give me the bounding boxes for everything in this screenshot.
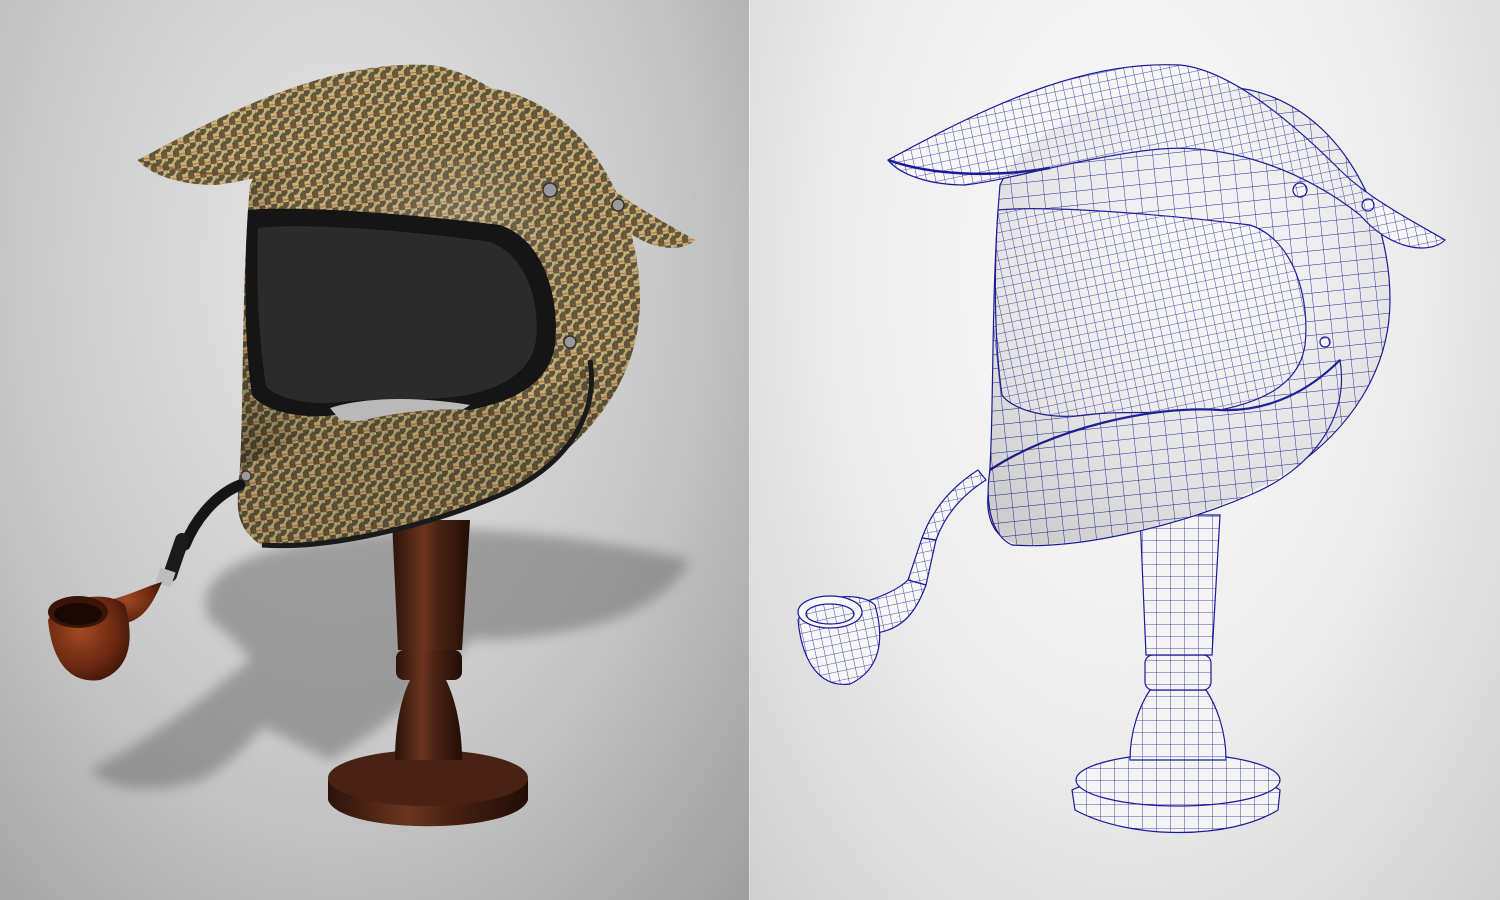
screw-icon (611, 198, 625, 212)
screw-icon (1292, 182, 1308, 198)
textured-render-canvas (48, 64, 695, 827)
screw-icon (1361, 198, 1375, 212)
wireframe-helmet (887, 64, 1446, 547)
wireframe-render-panel (750, 0, 1500, 900)
textured-render-panel (0, 0, 750, 900)
wireframe-render-canvas (797, 64, 1446, 834)
motocross-helmet (137, 64, 695, 549)
screw-icon (1319, 336, 1331, 348)
ground-shadow (90, 529, 690, 789)
comparison-stage (0, 0, 1500, 900)
wireframe-pipe (797, 469, 987, 685)
screw-icon (542, 182, 558, 198)
screw-icon (563, 335, 577, 349)
tobacco-pipe (48, 479, 246, 681)
screw-icon (240, 470, 252, 482)
